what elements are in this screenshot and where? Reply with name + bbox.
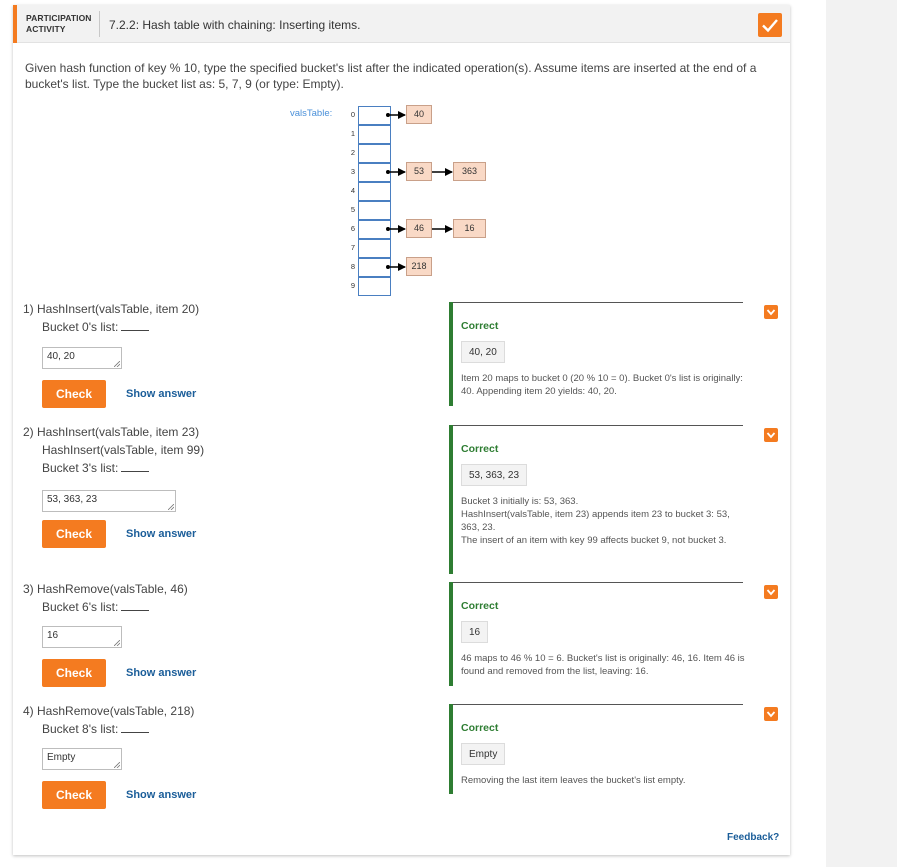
chain-node: 53 — [406, 162, 432, 181]
resize-handle-icon[interactable] — [168, 504, 174, 510]
question-operation: HashRemove(valsTable, 218) — [37, 704, 195, 718]
feedback-link[interactable]: Feedback? — [727, 832, 779, 843]
question-text: 1) HashInsert(valsTable, item 20) Bucket… — [23, 300, 199, 336]
bucket-index: 4 — [350, 186, 355, 195]
resize-handle-icon[interactable] — [114, 762, 120, 768]
bucket-index: 7 — [350, 243, 355, 252]
question-number: 3) — [23, 582, 34, 596]
chevron-down-icon[interactable] — [764, 428, 778, 442]
completion-check-icon — [758, 13, 782, 37]
bucket-cell — [358, 277, 391, 296]
question-text: 3) HashRemove(valsTable, 46) Bucket 6's … — [23, 580, 188, 616]
question-operation: HashRemove(valsTable, 46) — [37, 582, 188, 596]
question-prompt: Bucket 3's list: — [42, 461, 119, 475]
chevron-down-icon[interactable] — [764, 305, 778, 319]
chain-node: 16 — [453, 219, 486, 238]
feedback-panel: Correct 53, 363, 23 Bucket 3 initially i… — [449, 425, 743, 574]
activity-title: 7.2.2: Hash table with chaining: Inserti… — [109, 18, 361, 32]
activity-type-label: PARTICIPATION ACTIVITY — [26, 13, 92, 34]
header-accent — [13, 5, 17, 43]
question-prompt: Bucket 0's list: — [42, 320, 119, 334]
chevron-down-icon[interactable] — [764, 707, 778, 721]
chain-node: 218 — [406, 257, 432, 276]
feedback-answer: 40, 20 — [461, 341, 505, 363]
feedback-panel: Correct Empty Removing the last item lea… — [449, 704, 743, 794]
question-prompt: Bucket 6's list: — [42, 600, 119, 614]
check-button[interactable]: Check — [42, 659, 106, 687]
bucket-index: 5 — [350, 205, 355, 214]
question-number: 1) — [23, 302, 34, 316]
hash-table-diagram: valsTable: 0 1 2 3 4 5 6 7 8 9 40 53 363… — [13, 5, 790, 305]
resize-handle-icon[interactable] — [114, 361, 120, 367]
feedback-status: Correct — [461, 320, 499, 332]
show-answer-link[interactable]: Show answer — [126, 388, 196, 400]
chain-node: 40 — [406, 105, 432, 124]
bucket-cell — [358, 144, 391, 163]
feedback-status: Correct — [461, 443, 499, 455]
feedback-status: Correct — [461, 600, 499, 612]
answer-input[interactable]: 53, 363, 23 — [42, 490, 176, 512]
bucket-index: 2 — [350, 148, 355, 157]
answer-value: 16 — [47, 630, 59, 641]
bucket-cell — [358, 163, 391, 182]
answer-input[interactable]: 16 — [42, 626, 122, 648]
feedback-panel: Correct 16 46 maps to 46 % 10 = 6. Bucke… — [449, 582, 745, 686]
feedback-answer: Empty — [461, 743, 506, 765]
feedback-explanation: Item 20 maps to bucket 0 (20 % 10 = 0). … — [461, 373, 743, 397]
activity-header: PARTICIPATION ACTIVITY 7.2.2: Hash table… — [13, 5, 790, 43]
question-operation: HashInsert(valsTable, item 99) — [42, 443, 205, 457]
instructions: Given hash function of key % 10, type th… — [25, 61, 757, 91]
show-answer-link[interactable]: Show answer — [126, 667, 196, 679]
bucket-index: 8 — [350, 262, 355, 271]
feedback-panel: Correct 40, 20 Item 20 maps to bucket 0 … — [449, 302, 743, 406]
question-text: 4) HashRemove(valsTable, 218) Bucket 8's… — [23, 702, 194, 738]
feedback-answer: 53, 363, 23 — [461, 464, 528, 486]
question-operation: HashInsert(valsTable, item 23) — [37, 425, 200, 439]
chain-arrows — [386, 111, 453, 271]
bucket-cell — [358, 258, 391, 277]
answer-value: 53, 363, 23 — [47, 494, 98, 505]
answer-input[interactable]: Empty — [42, 748, 122, 770]
bucket-cell — [358, 239, 391, 258]
feedback-explanation: Bucket 3 initially is: 53, 363. HashInse… — [461, 496, 730, 546]
page-gutter — [826, 0, 897, 867]
chain-node: 46 — [406, 219, 432, 238]
check-button[interactable]: Check — [42, 520, 106, 548]
show-answer-link[interactable]: Show answer — [126, 528, 196, 540]
question-text: 2) HashInsert(valsTable, item 23) HashIn… — [23, 423, 204, 477]
check-button[interactable]: Check — [42, 781, 106, 809]
question-prompt: Bucket 8's list: — [42, 722, 119, 736]
header-divider — [99, 11, 100, 37]
bucket-index: 3 — [350, 167, 355, 176]
table-label: valsTable: — [290, 108, 333, 119]
bucket-index: 6 — [350, 224, 355, 233]
bucket-cell — [358, 220, 391, 239]
feedback-status: Correct — [461, 722, 499, 734]
chain-node: 363 — [453, 162, 486, 181]
bucket-cell — [358, 106, 391, 125]
show-answer-link[interactable]: Show answer — [126, 789, 196, 801]
participation-activity: PARTICIPATION ACTIVITY 7.2.2: Hash table… — [13, 5, 790, 855]
question-number: 2) — [23, 425, 34, 439]
feedback-explanation: Removing the last item leaves the bucket… — [461, 775, 686, 786]
resize-handle-icon[interactable] — [114, 640, 120, 646]
question-operation: HashInsert(valsTable, item 20) — [37, 302, 200, 316]
answer-value: 40, 20 — [47, 351, 75, 362]
check-button[interactable]: Check — [42, 380, 106, 408]
question-number: 4) — [23, 704, 34, 718]
feedback-answer: 16 — [461, 621, 489, 643]
feedback-explanation: 46 maps to 46 % 10 = 6. Bucket's list is… — [461, 653, 745, 677]
answer-input[interactable]: 40, 20 — [42, 347, 122, 369]
chevron-down-icon[interactable] — [764, 585, 778, 599]
bucket-cell — [358, 125, 391, 144]
bucket-index: 1 — [350, 129, 355, 138]
answer-value: Empty — [47, 752, 76, 763]
bucket-index: 0 — [350, 110, 355, 119]
bucket-index: 9 — [350, 281, 355, 290]
bucket-cell — [358, 182, 391, 201]
bucket-cell — [358, 201, 391, 220]
